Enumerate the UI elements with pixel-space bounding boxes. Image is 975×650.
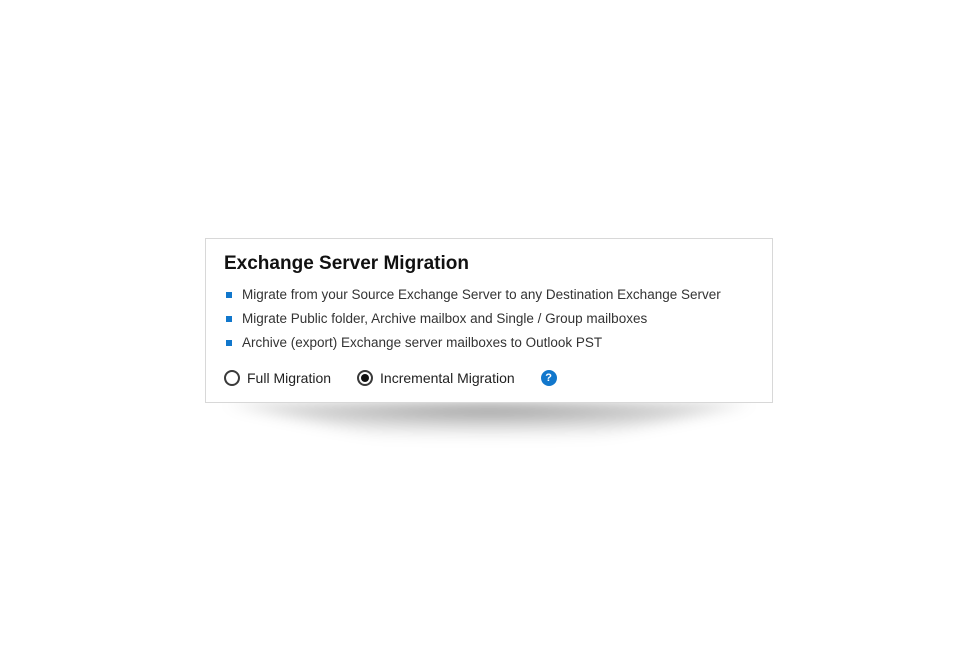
feature-item: Archive (export) Exchange server mailbox… xyxy=(224,333,754,354)
help-icon[interactable]: ? xyxy=(541,370,557,386)
radio-icon xyxy=(357,370,373,386)
migration-panel-wrap: Exchange Server Migration Migrate from y… xyxy=(205,238,773,465)
radio-icon xyxy=(224,370,240,386)
feature-list: Migrate from your Source Exchange Server… xyxy=(224,285,754,354)
migration-type-options: Full Migration Incremental Migration ? xyxy=(224,368,754,386)
feature-item: Migrate Public folder, Archive mailbox a… xyxy=(224,309,754,330)
panel-shadow-tail xyxy=(205,401,773,465)
feature-item: Migrate from your Source Exchange Server… xyxy=(224,285,754,306)
panel-title: Exchange Server Migration xyxy=(224,253,754,275)
incremental-migration-label: Incremental Migration xyxy=(380,370,515,386)
migration-panel: Exchange Server Migration Migrate from y… xyxy=(205,238,773,403)
incremental-migration-radio[interactable]: Incremental Migration xyxy=(357,370,515,386)
full-migration-radio[interactable]: Full Migration xyxy=(224,370,331,386)
full-migration-label: Full Migration xyxy=(247,370,331,386)
